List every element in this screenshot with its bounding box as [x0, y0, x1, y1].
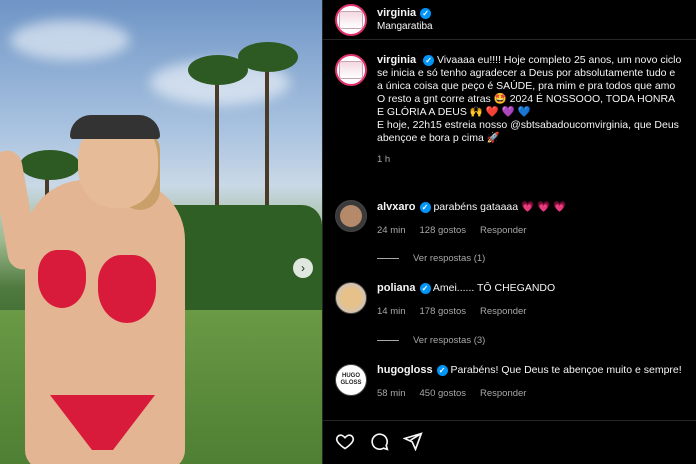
view-replies-label: Ver respostas (3) [413, 335, 486, 346]
send-icon[interactable] [402, 431, 423, 456]
post-details-panel: virginia ✓ Mangaratiba virginia ✓ Vivaaa… [322, 0, 696, 464]
visor-hat [70, 115, 160, 139]
hugogloss-logo: HUGO GLOSS [340, 373, 362, 386]
verified-badge-icon: ✓ [419, 282, 431, 294]
palm-leaves [238, 42, 298, 72]
post-location[interactable]: Mangaratiba [377, 21, 433, 32]
caption-username[interactable]: virginia [377, 54, 416, 66]
comment-item: HUGO GLOSS hugogloss ✓ Parabéns! Que Deus… [323, 364, 689, 399]
caption-line: E GLÓRIA A DEUS 🙌 ❤️ 💜 💙 [377, 106, 531, 118]
comment-time[interactable]: 14 min [377, 306, 406, 317]
caption-line: O resto a gnt corre atras 🤩 2024 É NOSSO… [377, 93, 676, 105]
bikini-top [38, 250, 86, 308]
action-bar [323, 420, 696, 464]
verified-badge-icon: ✓ [420, 7, 432, 19]
reply-button[interactable]: Responder [480, 306, 526, 317]
palm-trunk [265, 55, 269, 220]
caption-line: Vivaaaa eu!!!! Hoje completo 25 anos, um… [436, 54, 682, 66]
post-photo[interactable]: › [0, 0, 322, 464]
divider [377, 340, 399, 341]
view-replies-button[interactable]: Ver respostas (3) [377, 335, 485, 346]
comment-item: poliana ✓ Amei...... TÔ CHEGANDO 14 min … [323, 282, 689, 317]
palm-leaves [20, 150, 80, 180]
comment-text: parabéns gataaaa 💗 💗 💗 [433, 201, 567, 213]
comment-icon[interactable] [369, 431, 389, 456]
post-caption: virginia ✓ Vivaaaa eu!!!! Hoje completo … [323, 40, 696, 166]
caption-line: abençoe e bora p cima 🚀 [377, 132, 500, 144]
view-replies-label: Ver respostas (1) [413, 253, 486, 264]
verified-badge-icon: ✓ [436, 364, 448, 376]
comment-username[interactable]: hugogloss [377, 364, 433, 376]
reply-button[interactable]: Responder [480, 225, 526, 236]
comment-time[interactable]: 24 min [377, 225, 406, 236]
comment-text: Amei...... TÔ CHEGANDO [432, 282, 556, 294]
cloud-decoration [10, 20, 130, 60]
avatar[interactable] [335, 282, 367, 314]
avatar[interactable] [335, 200, 367, 232]
verified-badge-icon: ✓ [419, 201, 431, 213]
chevron-right-icon[interactable]: › [293, 258, 313, 278]
caption-line: se inicia e só tenho agradecer a Deus po… [377, 67, 676, 79]
caption-line: E hoje, 22h15 estreia nosso @sbtsabadouc… [377, 119, 679, 131]
comment-likes[interactable]: 178 gostos [420, 306, 466, 317]
verified-badge-icon: ✓ [423, 55, 435, 66]
post-header: virginia ✓ Mangaratiba [323, 0, 696, 40]
comment-item: alvxaro ✓ parabéns gataaaa 💗 💗 💗 24 min … [323, 200, 689, 236]
comment-username[interactable]: alvxaro [377, 201, 416, 213]
avatar[interactable] [335, 3, 367, 36]
avatar[interactable] [335, 54, 367, 86]
avatar[interactable]: HUGO GLOSS [335, 364, 367, 396]
comment-text: Parabéns! Que Deus te abençoe muito e se… [450, 364, 682, 376]
divider [377, 258, 399, 259]
comment-time[interactable]: 58 min [377, 388, 406, 399]
post-timestamp[interactable]: 1 h [377, 153, 684, 166]
comment-username[interactable]: poliana [377, 282, 416, 294]
reply-button[interactable]: Responder [480, 388, 526, 399]
bikini-top [98, 255, 156, 323]
comment-likes[interactable]: 450 gostos [420, 388, 466, 399]
caption-line: a única coisa que peço é SAÚDE, pra mim … [377, 80, 676, 92]
view-replies-button[interactable]: Ver respostas (1) [377, 253, 485, 264]
post-username[interactable]: virginia [377, 7, 416, 19]
comment-likes[interactable]: 128 gostos [420, 225, 466, 236]
heart-icon[interactable] [335, 431, 355, 456]
palm-trunk [215, 70, 219, 220]
